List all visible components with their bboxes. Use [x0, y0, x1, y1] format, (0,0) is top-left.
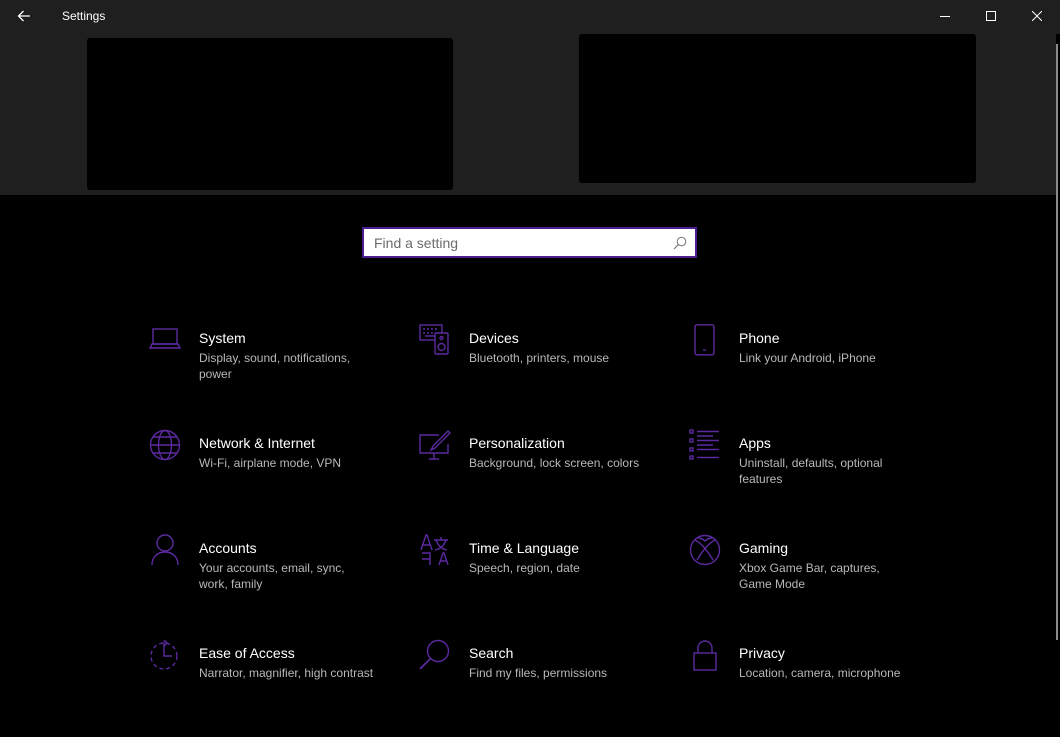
category-description: Find my files, permissions: [469, 666, 608, 680]
category-title: Personalization: [469, 435, 565, 451]
category-gaming[interactable]: Gaming Xbox Game Bar, captures, Game Mod…: [689, 534, 939, 614]
category-accounts[interactable]: Accounts Your accounts, email, sync, wor…: [149, 534, 399, 614]
category-network[interactable]: Network & Internet Wi-Fi, airplane mode,…: [149, 429, 399, 509]
category-phone[interactable]: Phone Link your Android, iPhone: [689, 324, 939, 404]
category-title: Gaming: [739, 540, 789, 556]
window-title: Settings: [62, 9, 106, 23]
paintbrush-icon: [419, 429, 469, 509]
close-icon: [1032, 11, 1042, 21]
magnifier-icon[interactable]: [673, 236, 687, 250]
back-arrow-icon: [17, 10, 30, 22]
laptop-icon: [149, 324, 199, 404]
category-title: Accounts: [199, 540, 257, 556]
category-title: Time & Language: [469, 540, 579, 556]
category-description: Bluetooth, printers, mouse: [469, 351, 610, 365]
category-description: Link your Android, iPhone: [739, 351, 876, 365]
phone-icon: [689, 324, 739, 404]
category-description: Wi-Fi, airplane mode, VPN: [199, 456, 342, 470]
category-privacy[interactable]: Privacy Location, camera, microphone: [689, 639, 939, 719]
category-title: Network & Internet: [199, 435, 315, 451]
maximize-button[interactable]: [968, 0, 1014, 32]
close-button[interactable]: [1014, 0, 1060, 32]
category-search[interactable]: Search Find my files, permissions: [419, 639, 669, 719]
ease-of-access-icon: [149, 639, 199, 719]
account-banner[interactable]: [87, 38, 453, 190]
globe-icon: [149, 429, 199, 509]
category-title: System: [199, 330, 246, 346]
category-title: Apps: [739, 435, 771, 451]
devices-icon: [419, 324, 469, 404]
category-description: Your accounts, email, sync, work, family: [199, 561, 345, 591]
maximize-icon: [986, 11, 996, 21]
apps-list-icon: [689, 429, 739, 509]
header-band: [0, 34, 1056, 195]
category-description: Background, lock screen, colors: [469, 456, 640, 470]
category-title: Privacy: [739, 645, 785, 661]
category-title: Search: [469, 645, 514, 661]
update-banner[interactable]: [579, 34, 976, 183]
category-system[interactable]: System Display, sound, notifications, po…: [149, 324, 399, 404]
title-bar: Settings: [0, 0, 1060, 34]
category-time-language[interactable]: Time & Language Speech, region, date: [419, 534, 669, 614]
category-description: Narrator, magnifier, high contrast: [199, 666, 374, 680]
scrollbar-thumb[interactable]: [1056, 44, 1058, 640]
lock-icon: [689, 639, 739, 719]
category-title: Phone: [739, 330, 780, 346]
category-description: Display, sound, notifications, power: [199, 351, 351, 381]
time-language-icon: [419, 534, 469, 614]
minimize-button[interactable]: [922, 0, 968, 32]
minimize-icon: [940, 16, 950, 17]
category-description: Xbox Game Bar, captures, Game Mode: [739, 561, 880, 591]
category-description: Uninstall, defaults, optional features: [739, 456, 883, 486]
category-title: Devices: [469, 330, 519, 346]
category-title: Ease of Access: [199, 645, 295, 661]
search-input[interactable]: [374, 234, 673, 251]
xbox-icon: [689, 534, 739, 614]
person-icon: [149, 534, 199, 614]
category-description: Location, camera, microphone: [739, 666, 901, 680]
search-box[interactable]: [362, 227, 697, 258]
back-button[interactable]: [0, 0, 48, 32]
category-devices[interactable]: Devices Bluetooth, printers, mouse: [419, 324, 669, 404]
category-personalization[interactable]: Personalization Background, lock screen,…: [419, 429, 669, 509]
search-icon: [419, 639, 469, 719]
category-description: Speech, region, date: [469, 561, 580, 575]
category-ease-of-access[interactable]: Ease of Access Narrator, magnifier, high…: [149, 639, 399, 719]
category-apps[interactable]: Apps Uninstall, defaults, optional featu…: [689, 429, 939, 509]
